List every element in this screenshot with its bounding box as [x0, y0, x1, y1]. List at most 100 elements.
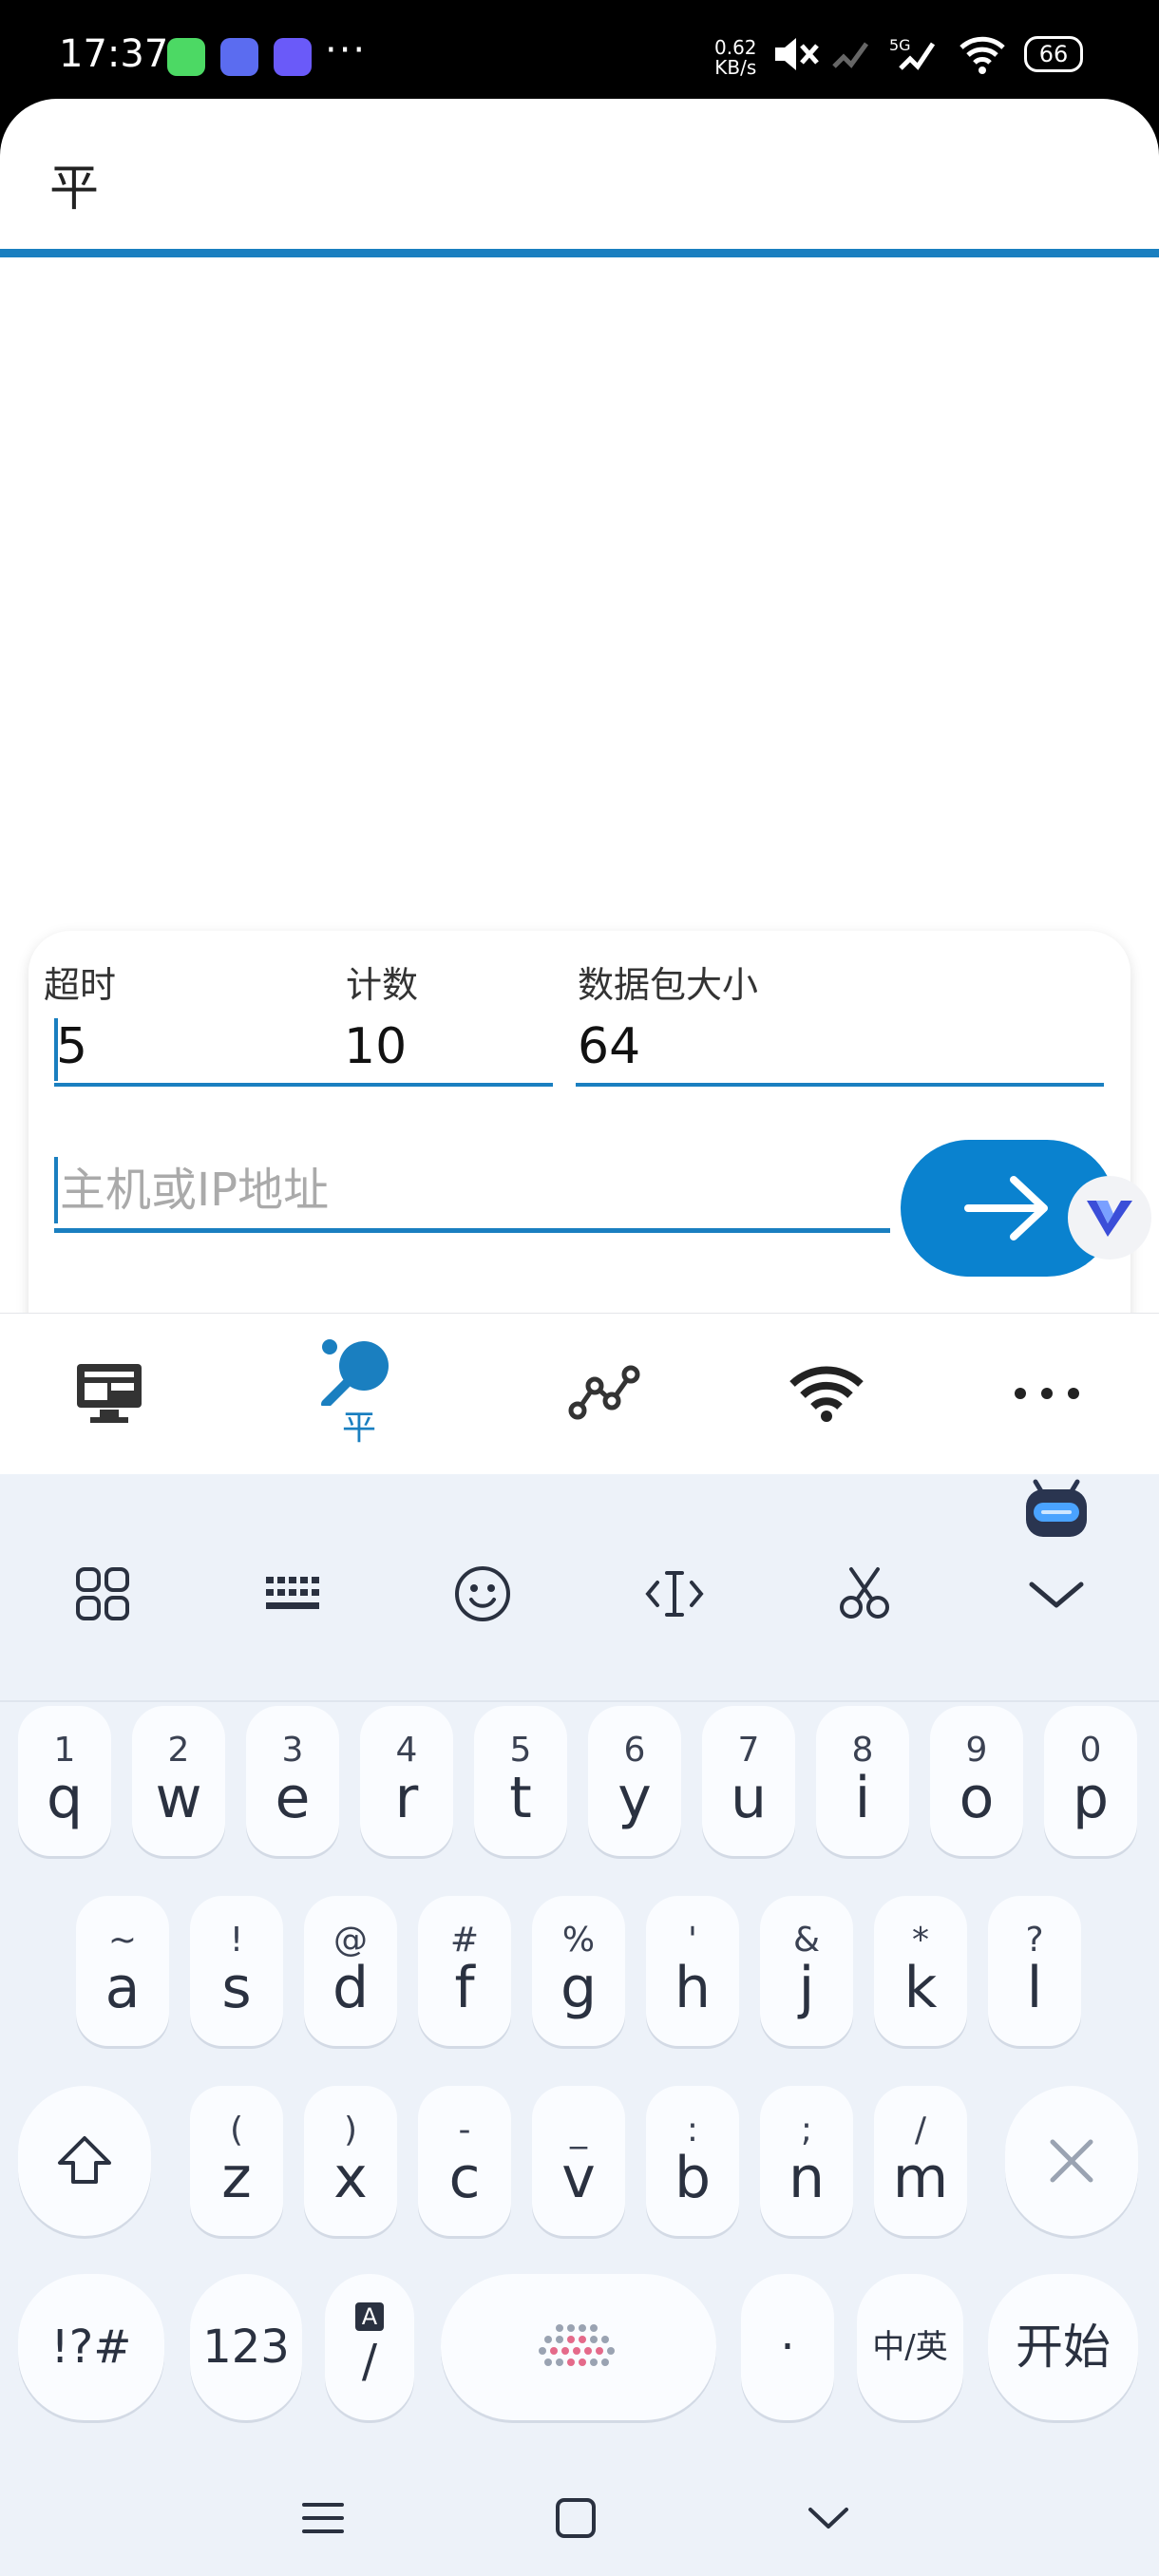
key-w[interactable]: 2w — [132, 1706, 225, 1856]
toolbar-clipboard-button[interactable] — [817, 1546, 912, 1641]
toolbar-divider — [0, 1700, 1159, 1702]
more-notifications-icon: ··· — [325, 28, 368, 72]
chevron-down-icon — [808, 2508, 848, 2529]
key-n[interactable]: ; n — [760, 2086, 853, 2236]
host-placeholder: 主机或IP地址 — [60, 1164, 330, 1217]
key-c[interactable]: -c — [418, 2086, 511, 2236]
text-caret — [54, 1157, 58, 1223]
app-window: 平 超时 计数 数据包大小 5 10 64 主机或IP地址 — [0, 99, 1159, 1476]
status-time: 17:37 — [59, 32, 169, 76]
host-input[interactable]: 主机或IP地址 — [54, 1149, 890, 1233]
key-f[interactable]: # f — [418, 1896, 511, 2046]
wifi-status-icon — [960, 36, 1005, 74]
monitor-icon — [77, 1364, 142, 1423]
nav-item-wifi[interactable] — [712, 1314, 940, 1473]
period-key[interactable]: · — [741, 2274, 834, 2420]
page-title: 平 — [49, 161, 100, 218]
key-v[interactable]: _ v — [532, 2086, 625, 2236]
apps-grid-icon — [76, 1567, 129, 1620]
home-nav-button[interactable] — [538, 2485, 614, 2551]
key-r[interactable]: 4r — [360, 1706, 453, 1856]
text-cursor-icon — [645, 1571, 704, 1617]
key-m[interactable]: / m — [874, 2086, 967, 2236]
key-t[interactable]: 5t — [474, 1706, 567, 1856]
mascot-app-icon — [220, 38, 258, 76]
timeout-value: 5 — [56, 1018, 88, 1075]
key-d[interactable]: @ d — [304, 1896, 397, 2046]
space-key[interactable] — [441, 2274, 716, 2420]
net-speed: 0.62 KB/s — [714, 36, 757, 79]
nav-item-traceroute[interactable] — [490, 1314, 718, 1473]
emoji-icon — [455, 1566, 510, 1621]
backspace-key[interactable] — [1005, 2086, 1138, 2236]
key-k[interactable]: * k — [874, 1896, 967, 2046]
numbers-key[interactable]: 123 — [190, 2274, 302, 2420]
toolbar-emoji-button[interactable] — [435, 1546, 530, 1641]
language-switch-key[interactable]: 中/英 — [857, 2274, 963, 2420]
graph-icon — [568, 1365, 640, 1420]
v-logo-icon — [1087, 1201, 1132, 1237]
chat-app-icon — [274, 38, 312, 76]
signal-sim2-icon — [899, 42, 936, 70]
arrow-right-icon — [964, 1176, 1048, 1241]
keyboard-toolbar — [0, 1531, 1159, 1645]
nav-item-ping[interactable]: 平 — [245, 1314, 473, 1473]
key-j[interactable]: & j — [760, 1896, 853, 2046]
menu-nav-button[interactable] — [285, 2485, 361, 2551]
ping-pong-icon — [321, 1339, 389, 1406]
results-area — [0, 257, 1159, 1017]
more-icon — [1015, 1388, 1079, 1399]
status-bar: 17:37 ··· 0.62 KB/s 5G 66 — [0, 0, 1159, 104]
key-y[interactable]: 6y — [588, 1706, 681, 1856]
key-s[interactable]: ! s — [190, 1896, 283, 2046]
key-z[interactable]: (z — [190, 2086, 283, 2236]
packet-size-label: 数据包大小 — [578, 964, 759, 1006]
key-e[interactable]: 3e — [246, 1706, 339, 1856]
key-u[interactable]: 7u — [702, 1706, 795, 1856]
key-b[interactable]: :b — [646, 2086, 739, 2236]
key-g[interactable]: % g — [532, 1896, 625, 2046]
enter-key[interactable]: 开始 — [988, 2274, 1138, 2420]
home-square-icon — [556, 2498, 596, 2538]
nav-item-more[interactable] — [933, 1314, 1159, 1473]
count-field[interactable]: 10 — [342, 1009, 553, 1087]
nav-label-ping: 平 — [341, 1409, 376, 1448]
tools-app-icon — [167, 38, 205, 76]
key-a[interactable]: ~ a — [76, 1896, 169, 2046]
voice-dots-icon — [539, 2324, 615, 2366]
system-navigation-bar — [0, 2460, 1159, 2576]
symbols-key[interactable]: !?# — [18, 2274, 164, 2420]
key-p[interactable]: 0p — [1044, 1706, 1137, 1856]
key-l[interactable]: ? l — [988, 1896, 1081, 2046]
count-label: 计数 — [346, 964, 419, 1006]
key-h[interactable]: ' h — [646, 1896, 739, 2046]
key-i[interactable]: 8i — [816, 1706, 909, 1856]
soft-keyboard: 1q 2w 3e 4r 5t 6y 7u 8i 9o 0p ~ a ! s @ d #… — [0, 1474, 1159, 2576]
toolbar-layout-button[interactable] — [245, 1546, 340, 1641]
toolbar-apps-button[interactable] — [55, 1546, 150, 1641]
timeout-field[interactable]: 5 — [54, 1009, 347, 1087]
key-x[interactable]: ) x — [304, 2086, 397, 2236]
chevron-down-icon — [1029, 1582, 1084, 1608]
toolbar-hide-keyboard-button[interactable] — [1009, 1546, 1104, 1641]
toolbar-cursor-button[interactable] — [627, 1546, 722, 1641]
text-caret — [54, 1018, 58, 1081]
packet-size-field[interactable]: 64 — [576, 1009, 1104, 1087]
key-q[interactable]: 1q — [18, 1706, 111, 1856]
key-o[interactable]: 9o — [930, 1706, 1023, 1856]
shift-key[interactable] — [18, 2086, 151, 2236]
slash-key[interactable]: A / — [325, 2274, 414, 2420]
floating-assistant-button[interactable] — [1068, 1176, 1151, 1260]
keyboard-layout-icon — [266, 1577, 319, 1609]
battery-indicator: 66 — [1024, 36, 1083, 72]
nav-item-lan[interactable] — [0, 1314, 223, 1473]
back-nav-button[interactable] — [790, 2485, 866, 2551]
caps-a-icon: A — [355, 2302, 384, 2331]
bottom-navigation: 平 — [0, 1313, 1159, 1473]
mute-icon — [775, 38, 819, 70]
menu-icon — [302, 2503, 344, 2533]
scissors-icon — [840, 1567, 889, 1619]
timeout-label: 超时 — [44, 964, 117, 1006]
signal-sim1-icon — [832, 42, 869, 68]
title-divider — [0, 249, 1159, 257]
